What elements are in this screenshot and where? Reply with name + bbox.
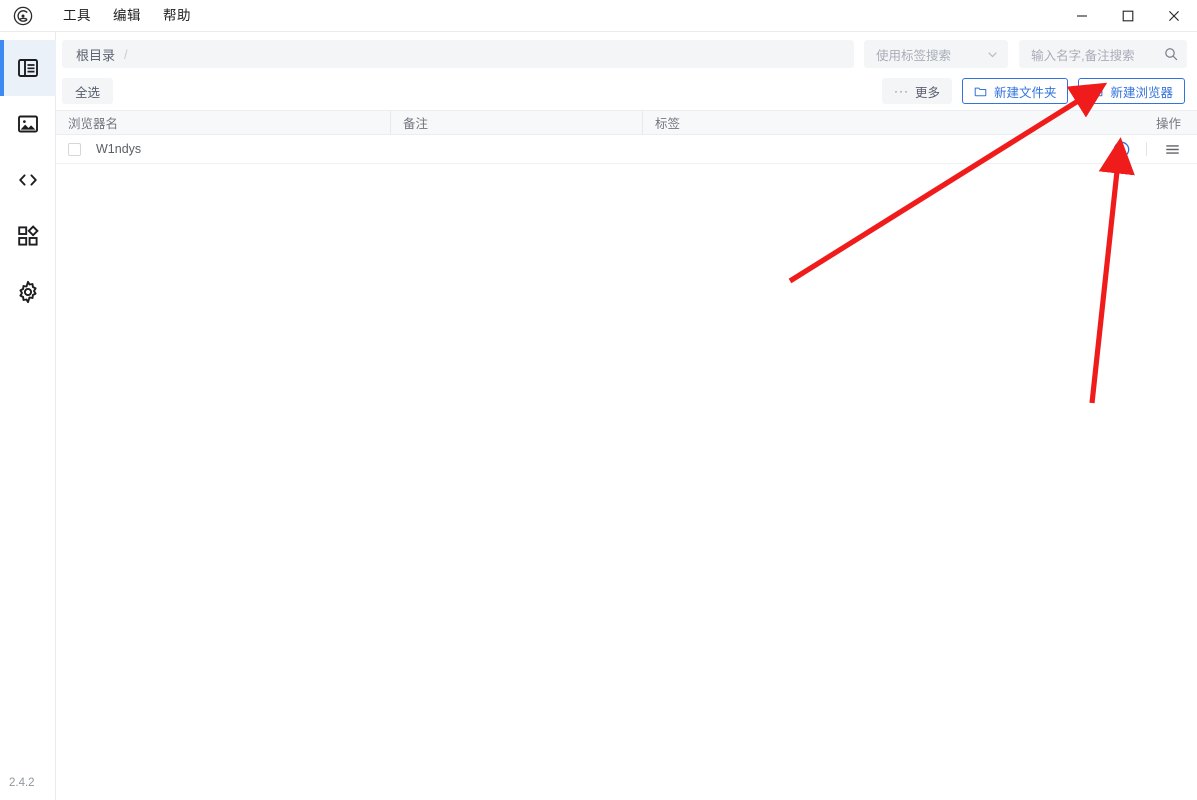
list-table-icon (16, 56, 40, 80)
sidebar-item-settings[interactable] (0, 264, 56, 320)
main-content: 根目录 / 使用标签搜索 输入名字,备注搜索 (56, 32, 1197, 800)
minimize-icon[interactable] (1059, 0, 1105, 32)
new-browser-label: 新建浏览器 (1110, 82, 1173, 101)
column-header-actions: 操作 (1077, 111, 1197, 134)
name-search-placeholder: 输入名字,备注搜索 (1031, 45, 1134, 64)
chevron-down-icon (986, 48, 999, 61)
cell-name: W1ndys (56, 135, 390, 163)
sidebar-item-images[interactable] (0, 96, 56, 152)
app-window: 工具 编辑 帮助 (0, 0, 1197, 800)
new-folder-button[interactable]: 新建文件夹 (962, 78, 1069, 104)
action-separator (1146, 142, 1147, 156)
browser-table: 浏览器名 备注 标签 操作 W1ndys (56, 110, 1197, 164)
cell-note (390, 135, 642, 163)
window-controls (1059, 0, 1197, 32)
tag-search-placeholder: 使用标签搜索 (876, 45, 951, 64)
menu-bar: 工具 编辑 帮助 (52, 0, 202, 31)
name-search-input[interactable]: 输入名字,备注搜索 (1019, 40, 1187, 68)
column-header-note[interactable]: 备注 (390, 111, 642, 134)
play-circle-icon[interactable] (1110, 138, 1132, 160)
menu-help[interactable]: 帮助 (152, 5, 202, 27)
sidebar: 2.4.2 (0, 32, 56, 800)
column-header-tag[interactable]: 标签 (642, 111, 1077, 134)
folder-icon (974, 85, 987, 98)
sidebar-item-extensions[interactable] (0, 208, 56, 264)
table-header-row: 浏览器名 备注 标签 操作 (56, 110, 1197, 135)
select-all-button[interactable]: 全选 (62, 78, 113, 104)
browser-window-icon (1090, 85, 1103, 98)
hamburger-menu-icon[interactable] (1161, 138, 1183, 160)
code-icon (16, 168, 40, 192)
new-browser-button[interactable]: 新建浏览器 (1078, 78, 1185, 104)
image-icon (16, 112, 40, 136)
cell-tag (642, 135, 1077, 163)
more-button[interactable]: ··· 更多 (882, 78, 952, 104)
more-button-label: 更多 (915, 82, 940, 101)
tag-search-select[interactable]: 使用标签搜索 (864, 40, 1008, 68)
app-logo-icon (6, 6, 40, 26)
new-folder-label: 新建文件夹 (994, 82, 1057, 101)
cell-actions (1077, 135, 1197, 163)
breadcrumb[interactable]: 根目录 / (62, 40, 854, 68)
sidebar-item-code[interactable] (0, 152, 56, 208)
close-icon[interactable] (1151, 0, 1197, 32)
top-bar: 根目录 / 使用标签搜索 输入名字,备注搜索 (56, 36, 1197, 72)
search-icon[interactable] (1164, 47, 1178, 61)
sidebar-item-browsers[interactable] (0, 40, 56, 96)
ellipsis-icon: ··· (894, 84, 909, 98)
breadcrumb-root[interactable]: 根目录 (76, 45, 115, 64)
breadcrumb-separator: / (124, 47, 128, 62)
menu-edit[interactable]: 编辑 (102, 5, 152, 27)
table-row[interactable]: W1ndys (56, 135, 1197, 164)
app-version: 2.4.2 (0, 766, 56, 800)
action-toolbar: 全选 ··· 更多 新建文件夹 (56, 72, 1197, 110)
column-header-name[interactable]: 浏览器名 (56, 111, 390, 134)
row-browser-name: W1ndys (96, 142, 141, 156)
gear-icon (16, 280, 40, 304)
title-bar: 工具 编辑 帮助 (0, 0, 1197, 32)
maximize-icon[interactable] (1105, 0, 1151, 32)
menu-tools[interactable]: 工具 (52, 5, 102, 27)
apps-grid-icon (16, 224, 40, 248)
row-checkbox[interactable] (68, 143, 81, 156)
